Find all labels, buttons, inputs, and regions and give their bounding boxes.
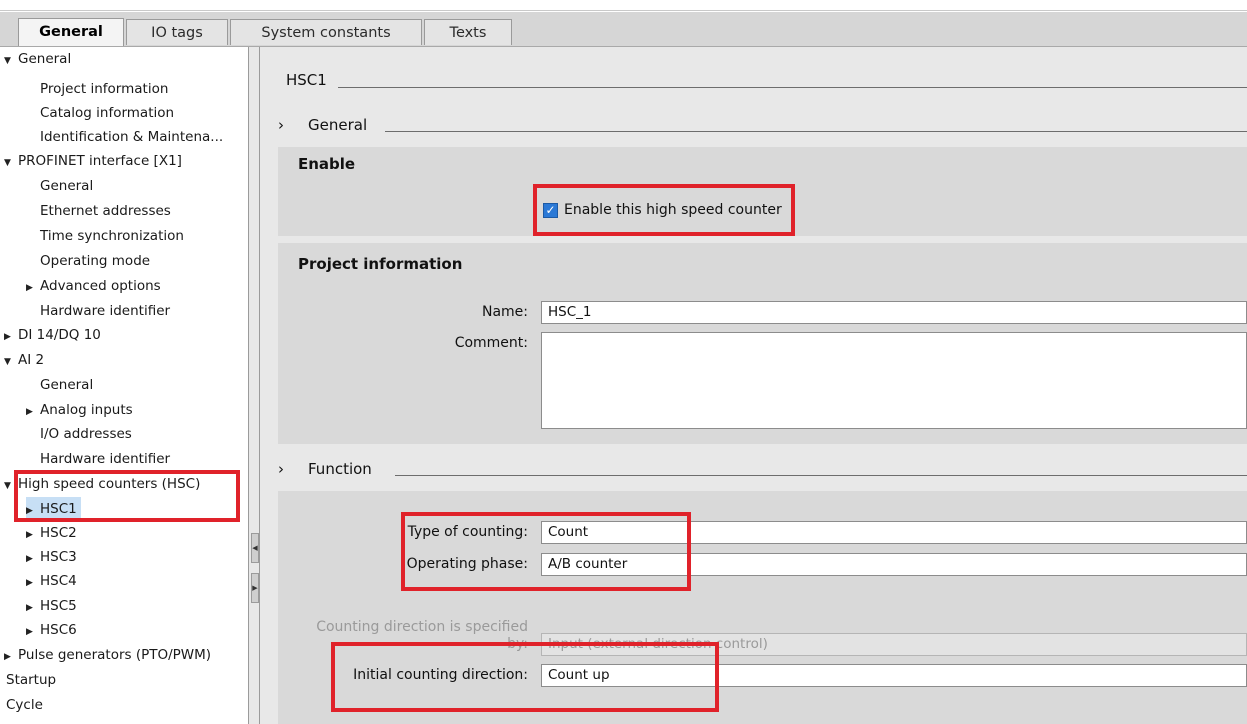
tree-item-label: Project information [40, 81, 169, 97]
title-divider [338, 87, 1247, 88]
tree-item-label: HSC2 [40, 525, 77, 541]
project-information-panel: Project information Name: HSC_1 Comment: [278, 243, 1247, 444]
caret-right-icon[interactable]: ▶ [4, 645, 18, 669]
tree-item-profinet[interactable]: ▼ PROFINET interface [X1] [4, 149, 182, 173]
tree-item-general[interactable]: ▼ General [4, 47, 71, 71]
tree-item-label: Pulse generators (PTO/PWM) [18, 647, 212, 663]
tree-item-label: Time synchronization [40, 228, 184, 244]
properties-panel: HSC1 › General Enable ✓ Enable this high… [260, 47, 1247, 724]
panel-splitter[interactable]: ◀ ▶ [248, 47, 260, 724]
highlight-counting-type [401, 512, 691, 591]
enable-panel-title: Enable [298, 155, 356, 173]
tree-item-ai2[interactable]: ▼ AI 2 [4, 348, 44, 372]
tree-item-pulse-generators[interactable]: ▶ Pulse generators (PTO/PWM) [4, 643, 211, 667]
tree-item-ethernet-addresses[interactable]: Ethernet addresses [40, 199, 171, 223]
tree-item-hsc3[interactable]: ▶ HSC3 [26, 545, 77, 569]
name-field[interactable]: HSC_1 [541, 301, 1247, 324]
name-label: Name: [481, 304, 528, 320]
tree-item-advanced-options[interactable]: ▶ Advanced options [26, 274, 161, 298]
comment-field[interactable] [541, 332, 1247, 429]
tree-item-time-sync[interactable]: Time synchronization [40, 224, 184, 248]
caret-right-icon[interactable]: ▶ [26, 276, 40, 300]
tree-item-label: I/O addresses [40, 426, 132, 442]
function-section-label[interactable]: Function [308, 460, 372, 478]
tree-item-identification[interactable]: Identification & Maintena... [40, 125, 223, 149]
general-section-label[interactable]: General [308, 116, 367, 134]
tree-item-label: Advanced options [40, 278, 161, 294]
tree-item-label: Analog inputs [40, 402, 133, 418]
tree-item-cycle[interactable]: Cycle [6, 693, 43, 717]
tree-item-hsc5[interactable]: ▶ HSC5 [26, 594, 77, 618]
tab-system-constants[interactable]: System constants [230, 19, 422, 45]
tree-item-label: HSC3 [40, 549, 77, 565]
caret-right-icon[interactable]: ▶ [4, 325, 18, 349]
comment-label: Comment: [454, 335, 528, 351]
caret-right-icon[interactable]: ▶ [26, 547, 40, 571]
tab-texts[interactable]: Texts [424, 19, 512, 45]
top-divider [0, 10, 1247, 11]
tree-item-label: DI 14/DQ 10 [18, 327, 101, 343]
navigation-tree: ▼ General Project information Catalog inf… [0, 47, 248, 724]
caret-down-icon[interactable]: ▼ [4, 350, 18, 374]
tree-item-project-information[interactable]: Project information [40, 77, 168, 101]
tab-io-tags[interactable]: IO tags [126, 19, 228, 45]
function-panel: Type of counting: Count Operating phase:… [278, 491, 1247, 724]
tree-item-label: HSC6 [40, 622, 77, 638]
tree-item-di-dq[interactable]: ▶ DI 14/DQ 10 [4, 323, 101, 347]
tree-item-label: Ethernet addresses [40, 203, 171, 219]
top-strip [0, 0, 1247, 12]
tree-item-label: Hardware identifier [40, 451, 171, 467]
caret-right-icon[interactable]: ▶ [26, 620, 40, 644]
tree-item-io-addresses[interactable]: I/O addresses [40, 422, 132, 446]
tree-item-operating-mode[interactable]: Operating mode [40, 249, 150, 273]
tree-item-ai2-general[interactable]: General [40, 373, 93, 397]
tree-item-analog-inputs[interactable]: ▶ Analog inputs [26, 398, 133, 422]
tree-item-label: Identification & Maintena... [40, 129, 224, 145]
function-section-divider [395, 475, 1247, 476]
counting-direction-label: Counting direction is specified [316, 619, 528, 635]
tree-item-label: General [40, 377, 94, 393]
tree-item-label: Startup [6, 672, 57, 688]
tab-general[interactable]: General [18, 18, 124, 46]
project-information-title: Project information [298, 255, 463, 273]
expand-right-icon[interactable]: ▶ [251, 573, 259, 603]
caret-right-icon[interactable]: ▶ [26, 523, 40, 547]
tree-item-label: AI 2 [18, 352, 45, 368]
enable-panel: Enable ✓ Enable this high speed counter [278, 147, 1247, 236]
tree-item-label: PROFINET interface [X1] [18, 153, 182, 169]
tree-item-startup[interactable]: Startup [6, 668, 56, 692]
tree-item-hsc6[interactable]: ▶ HSC6 [26, 618, 77, 642]
highlight-enable [533, 184, 795, 236]
page-title: HSC1 [286, 71, 327, 89]
function-section-chevron-icon[interactable]: › [278, 460, 284, 478]
collapse-left-icon[interactable]: ◀ [251, 533, 259, 563]
tree-item-label: Operating mode [40, 253, 151, 269]
general-section-chevron-icon[interactable]: › [278, 116, 284, 134]
tree-item-hsc4[interactable]: ▶ HSC4 [26, 569, 77, 593]
tree-item-label: General [40, 178, 94, 194]
tree-item-profinet-general[interactable]: General [40, 174, 93, 198]
tree-item-label: General [18, 51, 72, 67]
tree-item-label: HSC4 [40, 573, 77, 589]
caret-right-icon[interactable]: ▶ [26, 400, 40, 424]
tree-item-hsc2[interactable]: ▶ HSC2 [26, 521, 77, 545]
highlight-hsc-tree [14, 470, 240, 522]
general-section-divider [385, 131, 1247, 132]
tree-item-ai2-hardware-identifier[interactable]: Hardware identifier [40, 447, 170, 471]
highlight-initial-direction [331, 642, 719, 712]
tree-item-label: HSC5 [40, 598, 77, 614]
tree-item-label: Catalog information [40, 105, 175, 121]
tree-item-label: Cycle [6, 697, 43, 713]
caret-right-icon[interactable]: ▶ [26, 596, 40, 620]
tree-item-catalog-information[interactable]: Catalog information [40, 101, 174, 125]
tree-item-label: Hardware identifier [40, 303, 171, 319]
caret-right-icon[interactable]: ▶ [26, 571, 40, 595]
caret-down-icon[interactable]: ▼ [4, 151, 18, 175]
caret-down-icon[interactable]: ▼ [4, 49, 18, 73]
tree-item-hardware-identifier[interactable]: Hardware identifier [40, 299, 170, 323]
tab-bar: General IO tags System constants Texts [0, 12, 1247, 47]
